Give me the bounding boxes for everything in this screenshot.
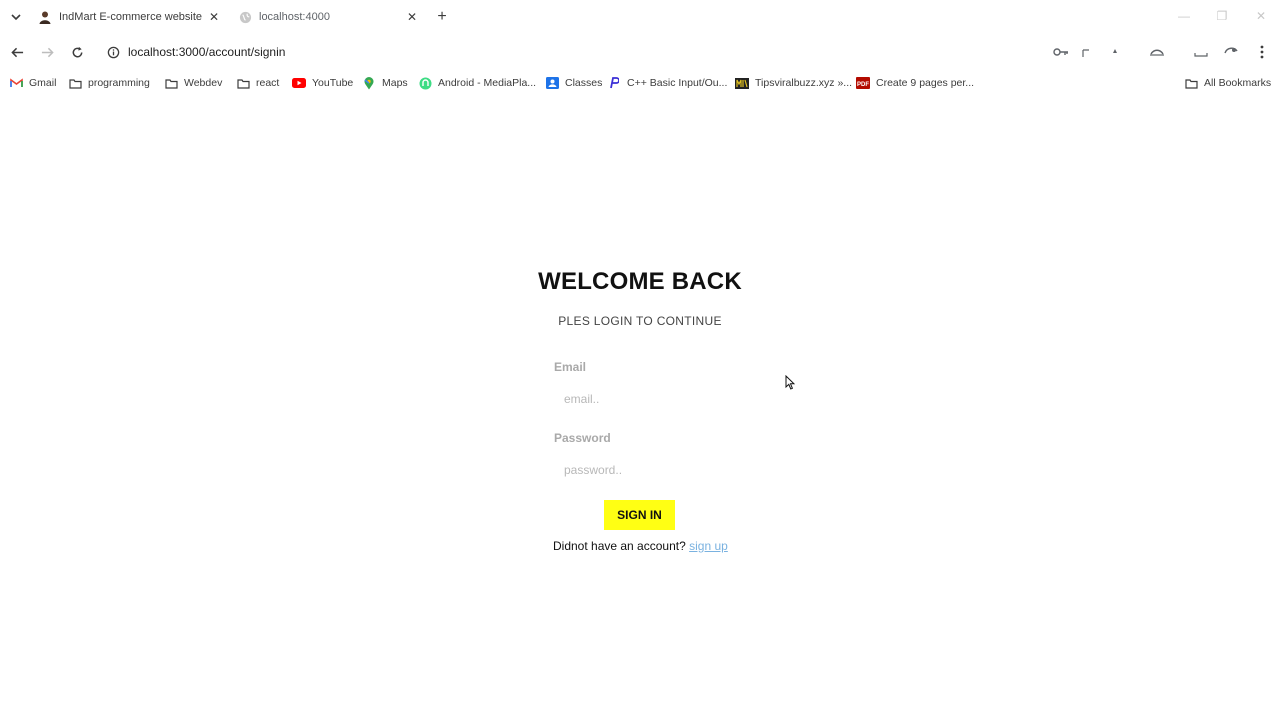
- extension-pin-icon[interactable]: [1106, 44, 1124, 60]
- browser-toolbar: localhost:3000/account/signin: [0, 34, 1280, 70]
- bookmark-cpp-basic-input[interactable]: C++ Basic Input/Ou...: [607, 75, 727, 91]
- bookmark-youtube[interactable]: YouTube: [292, 75, 353, 91]
- bookmark-label: Tipsviralbuzz.xyz »...: [755, 77, 853, 89]
- folder-icon: [1184, 77, 1198, 89]
- bookmark-maps[interactable]: Maps: [362, 75, 408, 91]
- classes-icon: [545, 77, 559, 89]
- bookmark-android-mediaplayer[interactable]: Android - MediaPla...: [418, 75, 536, 91]
- email-label: Email: [554, 360, 587, 374]
- maps-icon: [362, 76, 376, 89]
- address-bar[interactable]: localhost:3000/account/signin: [98, 38, 1048, 66]
- tab-localhost-4000[interactable]: localhost:4000 ✕: [238, 4, 420, 30]
- side-panel-icon[interactable]: [1192, 44, 1210, 60]
- site-icon: [735, 77, 749, 89]
- bookmark-label: Classes: [565, 77, 603, 89]
- restore-icon[interactable]: ❐: [1210, 6, 1234, 26]
- page-subtitle: PLES LOGIN TO CONTINUE: [558, 314, 722, 328]
- extension-icon[interactable]: [1078, 44, 1096, 60]
- reload-icon[interactable]: [67, 42, 87, 62]
- password-field[interactable]: [554, 458, 734, 482]
- folder-icon: [164, 77, 178, 89]
- password-label: Password: [554, 431, 611, 445]
- page-title: WELCOME BACK: [538, 268, 742, 295]
- password-key-icon[interactable]: [1052, 44, 1070, 60]
- email-field[interactable]: [554, 387, 734, 411]
- folder-icon: [236, 77, 250, 89]
- bookmark-label: Android - MediaPla...: [438, 77, 537, 89]
- tab-strip: IndMart E-commerce website ✕ localhost:4…: [0, 0, 1280, 34]
- gmail-icon: [9, 77, 23, 89]
- bookmark-classes[interactable]: Classes: [545, 75, 602, 91]
- profile-avatar-icon[interactable]: [1222, 44, 1240, 60]
- bookmark-label: Maps: [382, 77, 408, 89]
- forward-arrow-icon[interactable]: [37, 42, 57, 62]
- bookmark-label: Webdev: [184, 77, 223, 89]
- cpp-icon: [607, 77, 621, 89]
- tab-search-chevron-icon[interactable]: [6, 7, 26, 27]
- bookmark-label: Create 9 pages per...: [876, 77, 975, 89]
- tab-title: IndMart E-commerce website: [59, 11, 203, 23]
- mouse-pointer-icon: [785, 374, 796, 395]
- globe-icon: [238, 10, 252, 24]
- bookmark-create-9-pages[interactable]: PDF Create 9 pages per...: [856, 75, 974, 91]
- pdf-icon: PDF: [856, 77, 870, 89]
- sign-in-button[interactable]: SIGN IN: [604, 500, 675, 530]
- url-text: localhost:3000/account/signin: [128, 45, 286, 59]
- avatar-favicon-icon: [38, 10, 52, 24]
- no-account-text: Didnot have an account?: [553, 539, 686, 553]
- new-tab-plus-icon[interactable]: +: [432, 7, 452, 27]
- pdf-badge-text: PDF: [857, 82, 869, 88]
- kebab-menu-icon[interactable]: [1253, 44, 1271, 60]
- android-icon: [418, 77, 432, 89]
- media-control-icon[interactable]: [1148, 44, 1166, 60]
- all-bookmarks-label: All Bookmarks: [1204, 77, 1272, 89]
- bookmarks-bar: Gmail programming Webdev react YouTube M…: [0, 72, 1280, 94]
- tab-indmart[interactable]: IndMart E-commerce website ✕: [38, 4, 222, 30]
- minimize-icon[interactable]: —: [1172, 6, 1196, 26]
- signup-prompt: Didnot have an account? sign up: [553, 539, 728, 553]
- bookmark-label: YouTube: [312, 77, 354, 89]
- all-bookmarks[interactable]: All Bookmarks: [1184, 75, 1271, 91]
- folder-icon: [68, 77, 82, 89]
- bookmark-programming[interactable]: programming: [68, 75, 150, 91]
- youtube-icon: [292, 77, 306, 89]
- sign-up-link[interactable]: sign up: [689, 539, 728, 553]
- bookmark-tipsviralbuzz[interactable]: Tipsviralbuzz.xyz »...: [735, 75, 852, 91]
- bookmark-label: programming: [88, 77, 150, 89]
- bookmark-label: C++ Basic Input/Ou...: [627, 77, 728, 89]
- close-tab-icon[interactable]: ✕: [206, 9, 222, 25]
- tab-title: localhost:4000: [259, 11, 330, 23]
- site-info-icon[interactable]: [98, 46, 128, 59]
- bookmark-webdev[interactable]: Webdev: [164, 75, 222, 91]
- close-tab-icon[interactable]: ✕: [404, 9, 420, 25]
- window-close-icon[interactable]: ✕: [1249, 6, 1273, 26]
- bookmark-label: react: [256, 77, 280, 89]
- bookmark-react[interactable]: react: [236, 75, 279, 91]
- back-arrow-icon[interactable]: [7, 42, 27, 62]
- bookmark-label: Gmail: [29, 77, 57, 89]
- bookmark-gmail[interactable]: Gmail: [9, 75, 56, 91]
